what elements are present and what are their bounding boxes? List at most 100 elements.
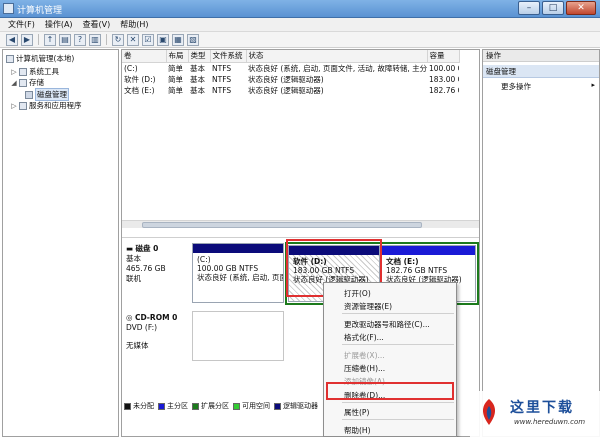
cdrom-0-label[interactable]: ◎ CD-ROM 0 DVD (F:) 无媒体 (126, 313, 177, 351)
tree-item-label: 系统工具 (29, 67, 59, 76)
more-actions-link[interactable]: 更多操作 (501, 81, 531, 92)
menu-separator (342, 344, 454, 345)
highlight-box-delete-volume (326, 382, 454, 400)
partition-c[interactable]: (C:) 100.00 GB NTFS 状态良好 (系统, 启动, 页面 (192, 243, 284, 303)
services-icon (19, 101, 27, 110)
tree-item-root[interactable]: 计算机管理(本地) (6, 53, 74, 64)
column-header-layout[interactable]: 布局 (166, 50, 189, 63)
partition-bar (193, 244, 283, 253)
column-header-filesystem[interactable]: 文件系统 (210, 50, 247, 63)
menu-help[interactable]: 帮助(H) (120, 19, 148, 30)
menu-item-change-drive-letter[interactable]: 更改驱动器号和路径(C)... (344, 319, 430, 330)
disk-0-label[interactable]: ▬ 磁盘 0 基本 465.76 GB 联机 (126, 244, 166, 284)
window-controls: – □ ✕ (518, 1, 596, 15)
column-header-status[interactable]: 状态 (246, 50, 428, 63)
legend-item: 可用空间 (233, 401, 270, 411)
export-icon[interactable]: ▧ (187, 33, 199, 46)
computer-icon (6, 54, 14, 63)
column-header-type[interactable]: 类型 (188, 50, 211, 63)
toolbar: ◀ ▶ ↑ ▤ ? ▥ ↻ ✕ ☑ ▣ ▦ ▧ (0, 32, 600, 48)
menu-item-extend-volume: 扩展卷(X)... (344, 351, 385, 360)
menu-separator (342, 402, 454, 403)
cdrom-icon: ◎ (126, 313, 135, 322)
partition-size: 182.76 GB NTFS (386, 266, 448, 275)
table-row[interactable]: 软件 (D:) 简单 基本 NTFS 状态良好 (逻辑驱动器) 183.00 G… (122, 74, 459, 85)
cell-layout: 简单 (168, 63, 183, 73)
disk-type: DVD (F:) (126, 323, 158, 332)
menu-separator (342, 419, 454, 420)
horizontal-scrollbar[interactable] (122, 220, 479, 228)
table-row[interactable]: (C:) 简单 基本 NTFS 状态良好 (系统, 启动, 页面文件, 活动, … (122, 62, 459, 74)
expand-arrow-icon[interactable]: ▷ (11, 68, 17, 76)
legend-item: 扩展分区 (192, 401, 229, 411)
menu-item-help[interactable]: 帮助(H) (344, 425, 371, 436)
legend-item: 主分区 (158, 401, 188, 411)
cell-filesystem: NTFS (212, 63, 232, 73)
delete-icon[interactable]: ✕ (127, 33, 139, 46)
console-tree-icon[interactable]: ▤ (59, 33, 71, 46)
cell-filesystem: NTFS (212, 74, 232, 84)
close-button[interactable]: ✕ (566, 1, 596, 15)
menu-view[interactable]: 查看(V) (83, 19, 111, 30)
menu-item-explore[interactable]: 资源管理器(E) (344, 301, 392, 312)
action-pane-icon[interactable]: ▥ (89, 33, 101, 46)
title-bar: 计算机管理 – □ ✕ (0, 0, 600, 18)
tree-item-label: 存储 (29, 78, 44, 87)
properties-icon[interactable]: ☑ (142, 33, 154, 46)
console-tree: 计算机管理(本地) ▷ 系统工具 ◢ 存储 磁盘管理 ▷ 服务和应用程序 (2, 49, 119, 437)
refresh-icon[interactable]: ↻ (112, 33, 124, 46)
partition-bar (382, 246, 475, 255)
volume-list: 卷 布局 类型 文件系统 状态 容量 (C:) 简单 基本 NTFS 状态良好 … (122, 50, 460, 96)
partition-title: 文档 (E:) (386, 257, 419, 266)
help-icon[interactable]: ? (74, 33, 86, 46)
menu-item-open[interactable]: 打开(O) (344, 288, 371, 299)
app-icon (3, 3, 14, 14)
cell-capacity: 182.76 GB (429, 85, 459, 95)
cell-status: 状态良好 (系统, 启动, 页面文件, 活动, 故障转储, 主分区) (248, 63, 427, 73)
cell-status: 状态良好 (逻辑驱动器) (248, 85, 324, 95)
column-header-volume[interactable]: 卷 (122, 50, 167, 63)
actions-section-disk-management[interactable]: 磁盘管理 (483, 65, 599, 78)
tree-item-services[interactable]: ▷ 服务和应用程序 (11, 100, 82, 111)
disk-name: CD-ROM 0 (134, 313, 178, 322)
disk-status: 联机 (126, 274, 141, 283)
back-icon[interactable]: ◀ (6, 33, 18, 46)
legend: 未分配 主分区 扩展分区 可用空间 逻辑驱动器 (124, 400, 318, 412)
disk-status: 无媒体 (126, 341, 149, 350)
watermark-title: 这里下载 (510, 400, 574, 416)
menu-item-properties[interactable]: 属性(P) (344, 407, 369, 418)
disk-type: 基本 (126, 254, 141, 263)
table-row[interactable]: 文档 (E:) 简单 基本 NTFS 状态良好 (逻辑驱动器) 182.76 G… (122, 85, 459, 96)
menu-file[interactable]: 文件(F) (8, 19, 35, 30)
scrollbar-thumb[interactable] (142, 222, 422, 228)
expand-arrow-icon[interactable]: ▷ (11, 102, 17, 110)
forward-icon[interactable]: ▶ (21, 33, 33, 46)
actions-pane: 操作 磁盘管理 更多操作 ▸ (482, 49, 600, 437)
context-menu: 打开(O) 资源管理器(E) 更改驱动器号和路径(C)... 格式化(F)...… (323, 282, 457, 437)
submenu-arrow-icon[interactable]: ▸ (591, 81, 595, 89)
storage-icon (19, 78, 27, 87)
cell-type: 基本 (190, 74, 205, 84)
menu-item-shrink-volume[interactable]: 压缩卷(H)... (344, 363, 385, 374)
menu-item-format[interactable]: 格式化(F)... (344, 332, 384, 343)
menu-action[interactable]: 操作(A) (45, 19, 73, 30)
cell-filesystem: NTFS (212, 85, 232, 95)
tree-item-system-tools[interactable]: ▷ 系统工具 (11, 66, 59, 77)
table-header-row: 卷 布局 类型 文件系统 状态 容量 (122, 50, 460, 63)
disk-name: 磁盘 0 (135, 244, 159, 253)
watermark-url: www.hereduwn.com (514, 418, 586, 426)
collapse-arrow-icon[interactable]: ◢ (11, 79, 17, 87)
partition-title: (C:) (197, 255, 211, 264)
cell-capacity: 183.00 GB (429, 74, 459, 84)
cdrom-empty-area (192, 311, 284, 361)
maximize-button[interactable]: □ (542, 1, 564, 15)
open-icon[interactable]: ▣ (157, 33, 169, 46)
tree-item-storage[interactable]: ◢ 存储 (11, 77, 44, 88)
tree-item-label: 服务和应用程序 (29, 101, 82, 110)
minimize-button[interactable]: – (518, 1, 540, 15)
explore-icon[interactable]: ▦ (172, 33, 184, 46)
column-header-capacity[interactable]: 容量 (427, 50, 460, 63)
folder-up-icon[interactable]: ↑ (44, 33, 56, 46)
disk-management-icon (25, 90, 33, 99)
partition-status: 状态良好 (系统, 启动, 页面 (197, 273, 284, 282)
